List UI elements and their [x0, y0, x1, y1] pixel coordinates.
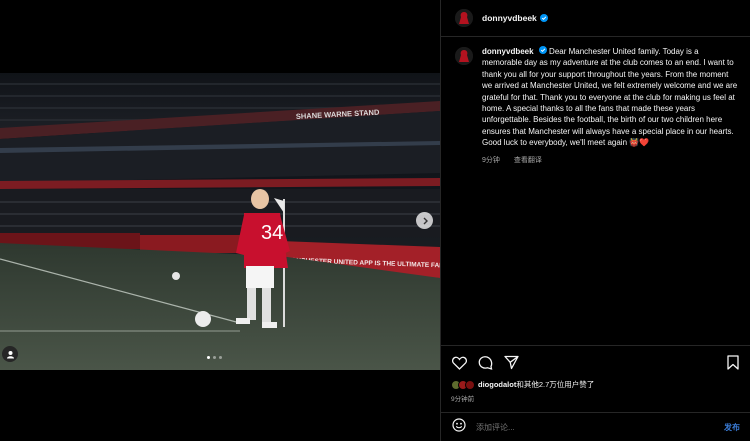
- liker-username[interactable]: diogodalot: [478, 380, 516, 389]
- likes-summary[interactable]: diogodalot 和其他2.7万位用户赞了: [451, 379, 594, 390]
- post-comment-button[interactable]: 发布: [724, 422, 740, 433]
- caption-username[interactable]: donnyvdbeek: [482, 47, 534, 56]
- comment-bar: 发布: [441, 412, 750, 441]
- avatar: [465, 379, 475, 390]
- carousel-dot[interactable]: [207, 356, 210, 359]
- emoji-icon[interactable]: [452, 417, 466, 437]
- verified-icon: [538, 46, 547, 54]
- see-translation-link[interactable]: 查看翻译: [514, 155, 542, 165]
- avatar[interactable]: [455, 47, 473, 65]
- carousel-dots: [207, 356, 222, 359]
- shirt-number: 34: [261, 222, 283, 244]
- post-header: donnyvdbeek: [441, 0, 750, 37]
- share-icon[interactable]: [503, 355, 519, 371]
- caption-text: Dear Manchester United family. Today is …: [482, 47, 738, 148]
- post-side-panel: donnyvdbeek donnyvdbeek Dear Manchester …: [440, 0, 750, 441]
- next-photo-button[interactable]: [416, 212, 433, 229]
- carousel-dot[interactable]: [219, 356, 222, 359]
- user-tag-icon: [6, 350, 14, 358]
- action-bar: [441, 345, 750, 379]
- liker-avatars: [451, 379, 475, 390]
- comment-input[interactable]: [476, 422, 724, 432]
- likes-count-text: 和其他2.7万位用户赞了: [516, 380, 595, 389]
- comment-icon[interactable]: [477, 355, 493, 371]
- verified-icon: [539, 14, 548, 22]
- caption-time: 9分钟: [482, 156, 500, 164]
- heart-icon[interactable]: [451, 355, 467, 371]
- post-photo: SHANE WARNE STAND MANCHESTER UNITED APP …: [0, 73, 440, 370]
- user-tag-button[interactable]: [2, 346, 18, 362]
- avatar[interactable]: [455, 9, 473, 27]
- next-arrow-icon: [423, 217, 428, 224]
- post-time: 9分钟前: [451, 396, 475, 403]
- bookmark-icon[interactable]: [725, 355, 741, 371]
- carousel-dot[interactable]: [213, 356, 216, 359]
- username[interactable]: donnyvdbeek: [482, 13, 537, 23]
- caption-block: donnyvdbeek Dear Manchester United famil…: [455, 46, 747, 165]
- media-area: SHANE WARNE STAND MANCHESTER UNITED APP …: [0, 0, 440, 441]
